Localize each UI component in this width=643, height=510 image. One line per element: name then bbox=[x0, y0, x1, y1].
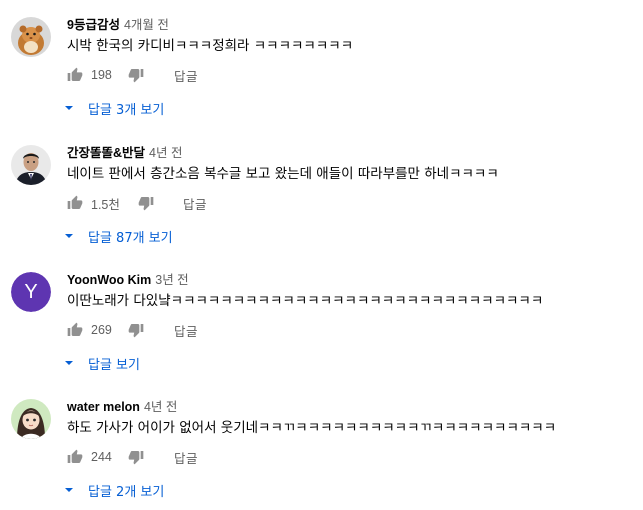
author-avatar[interactable]: Y bbox=[11, 272, 51, 312]
like-button[interactable]: 1.5천 bbox=[67, 191, 120, 215]
like-button[interactable]: 198 bbox=[67, 63, 112, 87]
view-replies-button[interactable]: 답글 보기 bbox=[64, 352, 140, 374]
caret-down-icon bbox=[65, 106, 73, 110]
thumb-up-icon bbox=[67, 449, 83, 463]
like-count: 269 bbox=[91, 323, 112, 337]
man-avatar-image bbox=[11, 145, 51, 185]
author-avatar[interactable] bbox=[11, 17, 51, 57]
thumb-down-icon bbox=[138, 197, 154, 211]
comment-thread: 간장똘똘&반달 4년 전 네이트 판에서 층간소음 복수글 보고 왔는데 애들이 … bbox=[0, 145, 643, 265]
like-count: 1.5천 bbox=[91, 197, 120, 212]
reply-button[interactable]: 답글 bbox=[174, 445, 198, 469]
comment-thread: 9등급감성 4개월 전 시박 한국의 카디비ㅋㅋㅋ정희라 ㅋㅋㅋㅋㅋㅋㅋㅋ 198… bbox=[0, 17, 643, 137]
dislike-button[interactable] bbox=[128, 63, 148, 87]
author-avatar[interactable] bbox=[11, 399, 51, 439]
hamster-avatar-image bbox=[11, 17, 51, 57]
comment-text: 네이트 판에서 층간소음 복수글 보고 왔는데 애들이 따라부를만 하네ㅋㅋㅋㅋ bbox=[67, 166, 499, 182]
view-replies-button[interactable]: 답글 3개 보기 bbox=[64, 97, 164, 119]
view-replies-button[interactable]: 답글 2개 보기 bbox=[64, 479, 164, 501]
reply-button[interactable]: 답글 bbox=[183, 191, 207, 215]
thumb-up-icon bbox=[67, 195, 83, 209]
view-replies-label: 답글 2개 보기 bbox=[88, 484, 165, 500]
dislike-button[interactable] bbox=[128, 445, 148, 469]
like-button[interactable]: 269 bbox=[67, 318, 112, 342]
caret-down-icon bbox=[65, 361, 73, 365]
author-name[interactable]: 9등급감성 bbox=[67, 18, 120, 32]
comment-timestamp[interactable]: 4년 전 bbox=[149, 146, 182, 160]
view-replies-button[interactable]: 답글 87개 보기 bbox=[64, 225, 173, 247]
view-replies-label: 답글 3개 보기 bbox=[88, 102, 165, 118]
anime-girl-avatar-image bbox=[11, 399, 51, 439]
caret-down-icon bbox=[65, 234, 73, 238]
comment-timestamp[interactable]: 4개월 전 bbox=[124, 18, 169, 32]
comment-timestamp[interactable]: 3년 전 bbox=[155, 273, 188, 287]
caret-down-icon bbox=[65, 488, 73, 492]
thumb-down-icon bbox=[128, 69, 144, 83]
comment-thread: water melon 4년 전 하도 가사가 어이가 없어서 웃기네ㅋㅋㄲㅋㅋㅋ… bbox=[0, 399, 643, 510]
thumb-up-icon bbox=[67, 322, 83, 336]
avatar-initial: Y bbox=[11, 272, 51, 312]
dislike-button[interactable] bbox=[138, 191, 158, 215]
thumb-down-icon bbox=[128, 324, 144, 338]
like-count: 198 bbox=[91, 68, 112, 82]
view-replies-label: 답글 87개 보기 bbox=[88, 230, 173, 246]
thumb-up-icon bbox=[67, 67, 83, 81]
like-button[interactable]: 244 bbox=[67, 445, 112, 469]
author-name[interactable]: 간장똘똘&반달 bbox=[67, 146, 145, 160]
comment-text: 시박 한국의 카디비ㅋㅋㅋ정희라 ㅋㅋㅋㅋㅋㅋㅋㅋ bbox=[67, 38, 354, 54]
view-replies-label: 답글 보기 bbox=[88, 357, 140, 373]
reply-button[interactable]: 답글 bbox=[174, 63, 198, 87]
like-count: 244 bbox=[91, 450, 112, 464]
comment-thread: Y YoonWoo Kim 3년 전 이딴노래가 다있냨ㅋㅋㅋㅋㅋㅋㅋㅋㅋㅋㅋㅋㅋ… bbox=[0, 272, 643, 392]
dislike-button[interactable] bbox=[128, 318, 148, 342]
reply-button[interactable]: 답글 bbox=[174, 318, 198, 342]
author-avatar[interactable] bbox=[11, 145, 51, 185]
comment-text: 하도 가사가 어이가 없어서 웃기네ㅋㅋㄲㅋㅋㅋㅋㅋㅋㅋㅋㅋㅋㄲㅋㅋㅋㅋㅋㅋㅋㅋ… bbox=[67, 420, 557, 436]
comment-text: 이딴노래가 다있냨ㅋㅋㅋㅋㅋㅋㅋㅋㅋㅋㅋㅋㅋㅋㅋㅋㅋㅋㅋㅋㅋㅋㅋㅋㅋㅋㅋㅋㅋㅋ bbox=[67, 293, 544, 309]
comments-section: 9등급감성 4개월 전 시박 한국의 카디비ㅋㅋㅋ정희라 ㅋㅋㅋㅋㅋㅋㅋㅋ 198… bbox=[0, 0, 643, 510]
comment-timestamp[interactable]: 4년 전 bbox=[144, 400, 177, 414]
author-name[interactable]: YoonWoo Kim bbox=[67, 273, 151, 287]
thumb-down-icon bbox=[128, 451, 144, 465]
author-name[interactable]: water melon bbox=[67, 400, 140, 414]
